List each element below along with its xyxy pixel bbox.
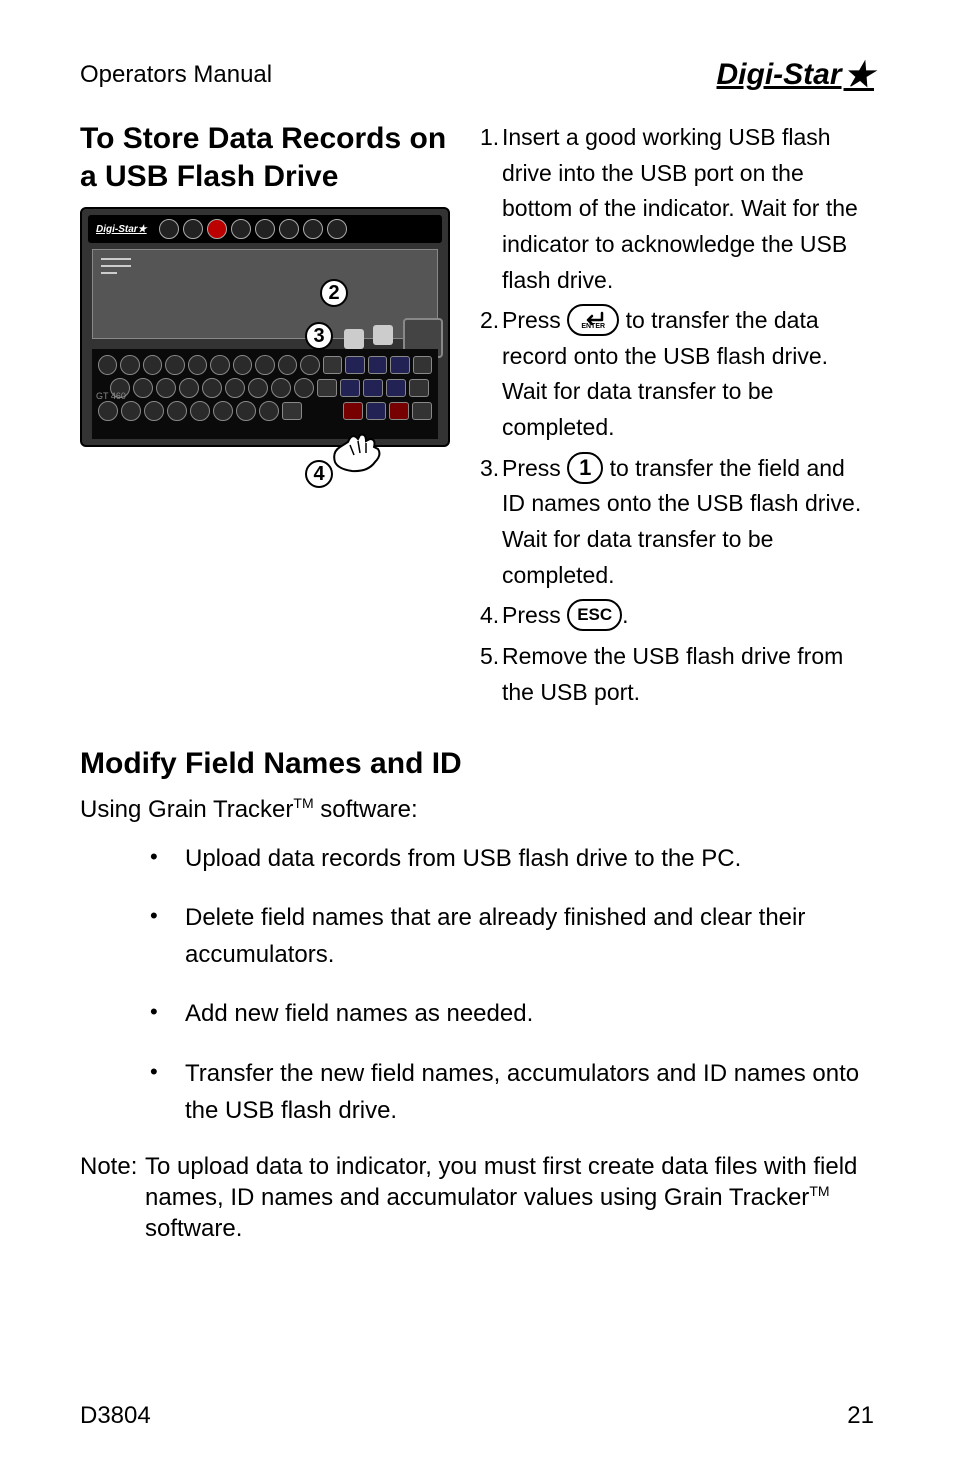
bullet-list: Upload data records from USB flash drive… (80, 840, 874, 1129)
note-label: Note: (80, 1151, 145, 1245)
section1-title: To Store Data Records on a USB Flash Dri… (80, 120, 460, 195)
right-column: 1. Insert a good working USB flash drive… (480, 120, 874, 715)
device-screen (92, 249, 438, 339)
brand-name: Digi-Star (717, 58, 842, 92)
device-top-btn (183, 219, 203, 239)
page-number: 21 (847, 1402, 874, 1430)
hand-icon (330, 427, 390, 477)
device-top-btn (303, 219, 323, 239)
callout-4: 4 (305, 460, 333, 488)
device-top-btn (159, 219, 179, 239)
list-item: Transfer the new field names, accumulato… (150, 1055, 874, 1129)
device-button-row: Digi-Star★ (88, 215, 442, 243)
page-header: Operators Manual Digi-Star★ (80, 55, 874, 95)
list-item: Add new field names as needed. (150, 995, 874, 1032)
step-4: 4. Press ESC. (480, 598, 874, 634)
esc-key-icon: ESC (567, 599, 622, 631)
step-number: 3. (480, 451, 502, 594)
page-footer: D3804 21 (80, 1402, 874, 1430)
note-text: To upload data to indicator, you must fi… (145, 1151, 874, 1245)
step-text: Press ENTER to transfer the data record … (502, 303, 874, 446)
section2-subtitle: Using Grain TrackerTM software: (80, 795, 874, 824)
list-item: Upload data records from USB flash drive… (150, 840, 874, 877)
step-3: 3. Press 1 to transfer the field and ID … (480, 451, 874, 594)
step-text: Insert a good working USB flash drive in… (502, 120, 874, 298)
screen-labels (101, 258, 131, 279)
step-2: 2. Press ENTER to transfer the data reco… (480, 303, 874, 446)
tm-symbol: TM (293, 795, 313, 811)
section-modify-fields: Modify Field Names and ID Using Grain Tr… (80, 745, 874, 1244)
section2-title: Modify Field Names and ID (80, 745, 874, 783)
device-top-btn (231, 219, 251, 239)
step-number: 4. (480, 598, 502, 634)
device-body: Digi-Star★ (80, 207, 450, 447)
step-text: Press 1 to transfer the field and ID nam… (502, 451, 874, 594)
device-top-btn (207, 219, 227, 239)
step-text: Remove the USB flash drive from the USB … (502, 639, 874, 710)
device-top-btn (279, 219, 299, 239)
step-1: 1. Insert a good working USB flash drive… (480, 120, 874, 298)
usb-icon (373, 325, 393, 345)
step-number: 2. (480, 303, 502, 446)
usb-icon (344, 329, 364, 349)
tm-symbol: TM (809, 1183, 829, 1199)
device-model-label: GT 460 (96, 391, 126, 401)
doc-number: D3804 (80, 1402, 151, 1430)
note: Note: To upload data to indicator, you m… (80, 1151, 874, 1245)
device-top-btn (255, 219, 275, 239)
section-store-data: To Store Data Records on a USB Flash Dri… (80, 120, 874, 715)
star-icon: ★ (844, 55, 874, 95)
device-illustration: Digi-Star★ (80, 207, 450, 487)
key-1-icon: 1 (567, 452, 603, 484)
step-5: 5. Remove the USB flash drive from the U… (480, 639, 874, 710)
device-keyboard (92, 349, 438, 439)
list-item: Delete field names that are already fini… (150, 899, 874, 973)
left-column: To Store Data Records on a USB Flash Dri… (80, 120, 460, 715)
callout-3: 3 (305, 322, 333, 350)
step-number: 5. (480, 639, 502, 710)
header-label: Operators Manual (80, 61, 272, 89)
step-number: 1. (480, 120, 502, 298)
device-top-btn (327, 219, 347, 239)
callout-2: 2 (320, 279, 348, 307)
device-logo: Digi-Star★ (96, 224, 147, 235)
brand-logo: Digi-Star★ (717, 55, 875, 95)
step-list: 1. Insert a good working USB flash drive… (480, 120, 874, 710)
enter-key-icon: ENTER (567, 304, 619, 336)
step-text: Press ESC. (502, 598, 874, 634)
